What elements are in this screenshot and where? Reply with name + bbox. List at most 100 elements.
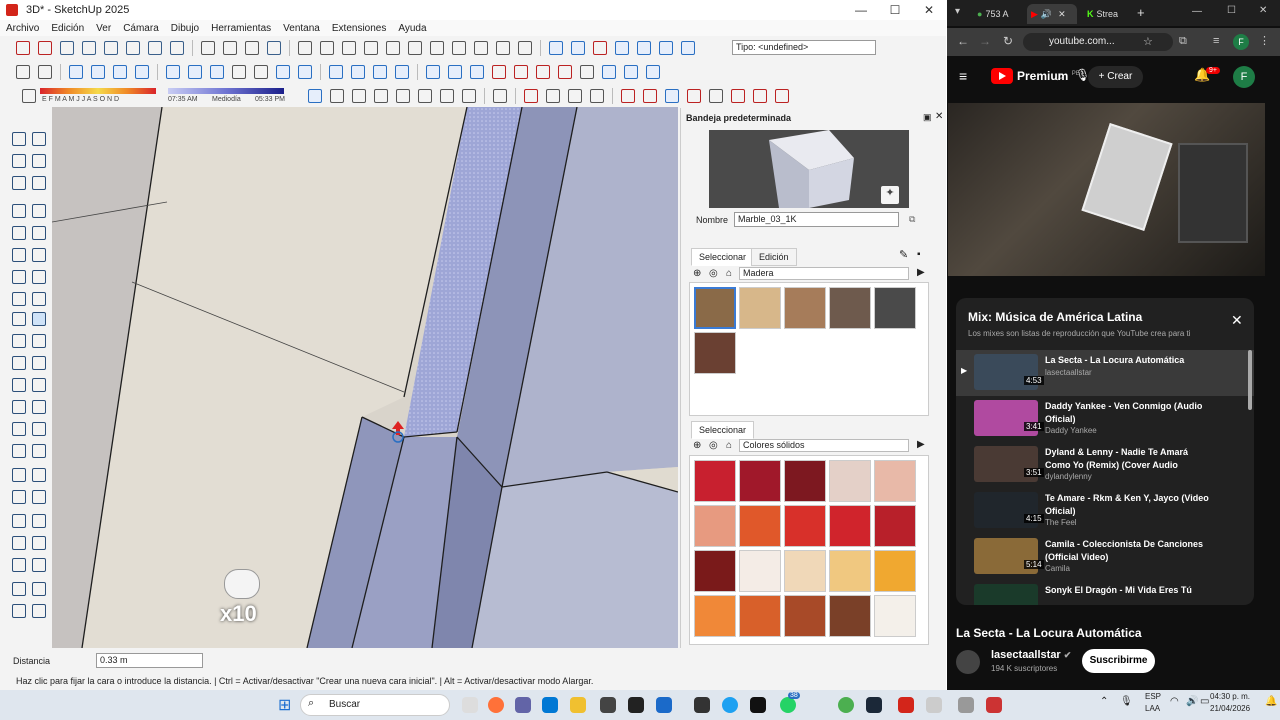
sketchup-taskbar-icon[interactable] <box>898 697 914 713</box>
playlist-item[interactable]: 5:14 Camila - Coleccionista De Canciones … <box>956 534 1254 580</box>
export-icon[interactable] <box>462 89 476 103</box>
terrain3-icon[interactable] <box>12 582 26 596</box>
details-arrow2-icon[interactable]: ▶ <box>917 439 925 450</box>
solid-color-swatch[interactable] <box>874 460 916 502</box>
save-icon[interactable] <box>342 41 356 55</box>
tray-overflow-icon[interactable]: ⌃ <box>1100 696 1108 707</box>
close-icon[interactable]: ✕ <box>1231 312 1243 329</box>
solid-color-swatch[interactable] <box>739 460 781 502</box>
app2-icon[interactable] <box>926 697 942 713</box>
component-icon[interactable] <box>201 41 215 55</box>
move-icon[interactable] <box>12 312 26 326</box>
plant-icon[interactable] <box>546 89 560 103</box>
folder-icon[interactable] <box>580 65 594 79</box>
bookmark-star-icon[interactable]: ☆ <box>1143 35 1153 48</box>
eraser-icon[interactable] <box>32 154 46 168</box>
scale-icon[interactable] <box>12 356 26 370</box>
box-icon[interactable] <box>330 89 344 103</box>
outlook-icon[interactable] <box>656 697 672 713</box>
text-tool-icon[interactable] <box>12 422 26 436</box>
menu-archivo[interactable]: Archivo <box>0 23 45 34</box>
solid-color-swatch[interactable] <box>829 550 871 592</box>
front-view-icon[interactable] <box>113 65 127 79</box>
browser-maximize-button[interactable]: ☐ <box>1227 5 1236 16</box>
axis-green-icon[interactable] <box>709 89 723 103</box>
extensions-icon[interactable]: ⧉ <box>1179 35 1187 48</box>
playlist-item[interactable]: 3:51 Dyland & Lenny - Nadie Te Amará Como… <box>956 442 1254 488</box>
playlist-item[interactable]: ▶ 4:53 La Secta - La Locura Automática lase… <box>956 350 1254 396</box>
bridge-icon[interactable] <box>493 89 507 103</box>
menu-dibujo[interactable]: Dibujo <box>165 23 205 34</box>
axis-f-icon[interactable] <box>775 89 789 103</box>
open-file-icon[interactable] <box>320 41 334 55</box>
tape-measure-icon[interactable] <box>12 378 26 392</box>
steam-icon[interactable] <box>866 697 882 713</box>
app3-icon[interactable] <box>958 697 974 713</box>
print-icon[interactable] <box>496 41 510 55</box>
taskbar-search[interactable]: Buscar <box>300 694 450 716</box>
layout-icon[interactable] <box>395 65 409 79</box>
group-icon[interactable] <box>223 41 237 55</box>
browser-tab-3[interactable]: K Strea <box>1083 4 1131 24</box>
video-player[interactable] <box>948 103 1265 276</box>
curve-icon[interactable] <box>590 89 604 103</box>
solid-color-swatch[interactable] <box>694 505 736 547</box>
browser-minimize-button[interactable]: — <box>1192 6 1202 17</box>
new-tab-icon[interactable]: + <box>1137 5 1145 20</box>
sandbox-tool-icon[interactable] <box>32 536 46 550</box>
new-file-icon[interactable] <box>298 41 312 55</box>
undo-icon[interactable] <box>452 41 466 55</box>
forward-arrow-icon[interactable]: → <box>979 34 991 48</box>
tag-icon[interactable] <box>12 176 26 190</box>
terrain5-icon[interactable] <box>12 604 26 618</box>
eraser-tool-icon[interactable] <box>38 41 52 55</box>
axis-j-icon[interactable] <box>687 89 701 103</box>
menu-camara[interactable]: Cámara <box>117 23 165 34</box>
rotate-icon[interactable] <box>12 334 26 348</box>
shadow-date-slider[interactable] <box>40 88 156 94</box>
model-info-icon[interactable] <box>518 41 532 55</box>
monochrome-icon[interactable] <box>276 65 290 79</box>
measure-icon[interactable] <box>514 65 528 79</box>
solid-color-swatch[interactable] <box>874 550 916 592</box>
smoove-icon[interactable] <box>593 41 607 55</box>
rectangle-icon[interactable] <box>12 226 26 240</box>
axis-blue-icon[interactable] <box>665 89 679 103</box>
circle-icon[interactable] <box>12 248 26 262</box>
wood-swatch[interactable] <box>874 287 916 329</box>
wood-swatch[interactable] <box>694 287 736 329</box>
position-camera-tool-icon[interactable] <box>12 514 26 528</box>
arc2-icon[interactable] <box>32 270 46 284</box>
axis-red-icon[interactable] <box>621 89 635 103</box>
dimension-tool-icon[interactable] <box>32 378 46 392</box>
duplicate-icon[interactable]: ⧉ <box>909 214 915 225</box>
solid-color-swatch[interactable] <box>874 505 916 547</box>
hidden-line-icon[interactable] <box>210 65 224 79</box>
shield-icon[interactable] <box>524 89 538 103</box>
paint-bucket-icon[interactable] <box>22 89 36 103</box>
hamburger-menu-icon[interactable]: ≡ <box>959 68 967 84</box>
stamp-icon[interactable] <box>615 41 629 55</box>
pie-icon[interactable] <box>32 292 46 306</box>
position-camera-icon[interactable] <box>148 41 162 55</box>
library-select-1[interactable]: Madera <box>739 267 909 280</box>
terrain2-icon[interactable] <box>32 558 46 572</box>
select-icon[interactable] <box>12 132 26 146</box>
wifi-icon[interactable]: ◠ <box>1170 696 1179 707</box>
solid-color-swatch[interactable] <box>694 460 736 502</box>
look-around-icon[interactable] <box>12 536 26 550</box>
drape-icon[interactable] <box>637 41 651 55</box>
shaded-textures-icon[interactable] <box>254 65 268 79</box>
user-avatar[interactable]: F <box>1233 66 1255 88</box>
task-view-icon[interactable] <box>462 697 478 713</box>
new-page-icon[interactable] <box>16 65 30 79</box>
whatsapp-icon[interactable] <box>780 697 796 713</box>
solid-color-swatch[interactable] <box>829 595 871 637</box>
top-view-icon[interactable] <box>91 65 105 79</box>
erase-alt-icon[interactable] <box>32 176 46 190</box>
solid-color-swatch[interactable] <box>694 595 736 637</box>
battery-icon[interactable]: ▭ <box>1200 696 1209 707</box>
3d-viewport[interactable]: x10 <box>52 107 678 648</box>
chrome-icon[interactable] <box>838 697 854 713</box>
forward-icon[interactable]: ◎ <box>709 268 718 279</box>
